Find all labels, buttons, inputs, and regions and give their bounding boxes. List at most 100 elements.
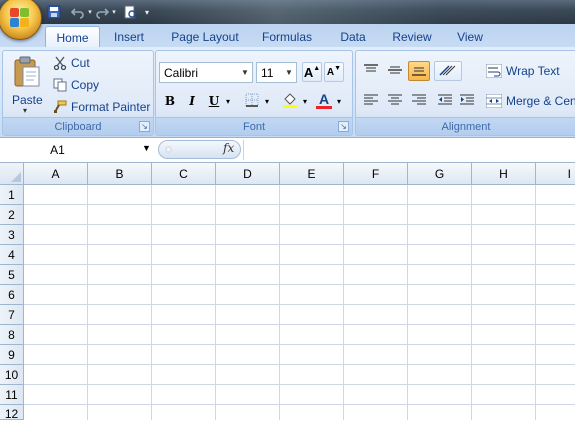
tab-insert[interactable]: Insert xyxy=(104,27,154,47)
tab-view[interactable]: View xyxy=(447,27,493,47)
font-group: Calibri ▼ 11 ▼ A ▲ A ▼ B I U ▾ ▾ ▾ A ▾ F… xyxy=(155,50,353,136)
redo-icon[interactable] xyxy=(94,4,110,20)
fill-color-dropdown-icon[interactable]: ▾ xyxy=(300,91,310,111)
row-header-11[interactable]: 11 xyxy=(0,385,24,405)
merge-center-label: Merge & Cent xyxy=(506,94,575,108)
cut-button[interactable]: Cut xyxy=(51,54,111,72)
row-header-9[interactable]: 9 xyxy=(0,345,24,365)
wrap-text-icon xyxy=(486,64,502,78)
tab-page-layout[interactable]: Page Layout xyxy=(163,27,247,47)
column-header-a[interactable]: A xyxy=(24,163,88,185)
top-align-button[interactable] xyxy=(360,61,382,81)
redo-dropdown-icon[interactable]: ▾ xyxy=(110,4,118,20)
gridline xyxy=(24,304,575,305)
row-header-3[interactable]: 3 xyxy=(0,225,24,245)
tab-formulas[interactable]: Formulas xyxy=(254,27,320,47)
row-header-6[interactable]: 6 xyxy=(0,285,24,305)
row-header-2[interactable]: 2 xyxy=(0,205,24,225)
bold-button[interactable]: B xyxy=(160,91,180,111)
tab-data[interactable]: Data xyxy=(330,27,376,47)
align-center-icon xyxy=(388,94,402,109)
orientation-button[interactable] xyxy=(434,61,462,81)
row-header-12[interactable]: 12 xyxy=(0,405,24,421)
gridline xyxy=(24,204,575,205)
copy-button[interactable]: Copy xyxy=(51,76,111,94)
title-bar-background xyxy=(150,0,570,24)
fill-color-button[interactable] xyxy=(280,91,300,111)
print-preview-icon[interactable] xyxy=(122,4,138,20)
paste-label: Paste xyxy=(12,93,43,107)
column-header-d[interactable]: D xyxy=(216,163,280,185)
gridline xyxy=(24,344,575,345)
formula-input[interactable] xyxy=(243,140,575,160)
shrink-font-icon: A xyxy=(326,66,335,78)
merge-center-button[interactable]: Merge & Cent xyxy=(484,91,575,111)
select-all-button[interactable] xyxy=(0,163,24,185)
row-header-7[interactable]: 7 xyxy=(0,305,24,325)
increase-indent-button[interactable] xyxy=(456,91,478,111)
decrease-indent-icon xyxy=(438,94,452,109)
quick-access-toolbar: ▾ ▾ ▾ xyxy=(46,3,152,21)
row-header-4[interactable]: 4 xyxy=(0,245,24,265)
tab-home[interactable]: Home xyxy=(45,26,100,49)
row-header-5[interactable]: 5 xyxy=(0,265,24,285)
tab-review[interactable]: Review xyxy=(384,27,440,47)
column-header-c[interactable]: C xyxy=(152,163,216,185)
chevron-down-icon: ▼ xyxy=(285,68,293,77)
font-size-dropdown[interactable]: 11 ▼ xyxy=(256,62,297,83)
alignment-group-label: Alignment xyxy=(356,117,575,135)
font-color-dropdown-icon[interactable]: ▾ xyxy=(334,91,344,111)
borders-button[interactable] xyxy=(242,91,262,111)
cut-label: Cut xyxy=(71,56,90,70)
grip-icon xyxy=(165,146,172,153)
column-header-f[interactable]: F xyxy=(344,163,408,185)
worksheet-grid[interactable]: A B C D E F G H I 1 2 3 4 5 6 7 8 9 10 1… xyxy=(0,163,575,421)
undo-dropdown-icon[interactable]: ▾ xyxy=(86,4,94,20)
shrink-font-button[interactable]: A ▼ xyxy=(324,62,344,82)
chevron-down-icon: ▼ xyxy=(241,68,249,77)
grow-font-icon: A xyxy=(303,64,314,80)
middle-align-button[interactable] xyxy=(384,61,406,81)
undo-icon[interactable] xyxy=(70,4,86,20)
bottom-align-button[interactable] xyxy=(408,61,430,81)
borders-dropdown-icon[interactable]: ▾ xyxy=(262,91,272,111)
increase-indent-icon xyxy=(460,94,474,109)
align-right-button[interactable] xyxy=(408,91,430,111)
decrease-indent-button[interactable] xyxy=(434,91,456,111)
paste-button[interactable]: Paste ▾ xyxy=(7,54,45,116)
format-painter-button[interactable]: Format Painter xyxy=(51,98,151,116)
underline-dropdown-icon[interactable]: ▾ xyxy=(223,91,233,111)
gridline xyxy=(24,384,575,385)
grow-font-button[interactable]: A ▲ xyxy=(302,62,322,82)
save-icon[interactable] xyxy=(46,4,62,20)
insert-function-icon[interactable]: fx xyxy=(223,141,234,155)
wrap-text-button[interactable]: Wrap Text xyxy=(484,61,575,81)
font-dialog-launcher-icon[interactable]: ↘ xyxy=(338,121,349,132)
align-top-icon xyxy=(364,63,378,79)
gridline xyxy=(24,224,575,225)
paint-bucket-icon xyxy=(282,92,298,111)
font-color-button[interactable]: A xyxy=(314,91,334,111)
column-header-i[interactable]: I xyxy=(536,163,575,185)
row-header-10[interactable]: 10 xyxy=(0,365,24,385)
align-right-icon xyxy=(412,94,426,109)
column-header-b[interactable]: B xyxy=(88,163,152,185)
italic-button[interactable]: I xyxy=(182,91,202,111)
customize-icon[interactable]: ▾ xyxy=(142,4,152,20)
paste-dropdown-icon[interactable]: ▾ xyxy=(23,106,27,115)
column-header-e[interactable]: E xyxy=(280,163,344,185)
name-box[interactable]: A1 xyxy=(0,139,155,160)
row-header-1[interactable]: 1 xyxy=(0,185,24,205)
chevron-down-icon[interactable]: ▼ xyxy=(142,143,151,153)
align-left-button[interactable] xyxy=(360,91,382,111)
formula-bar: A1 ▼ fx xyxy=(0,138,575,163)
column-header-h[interactable]: H xyxy=(472,163,536,185)
clipboard-dialog-launcher-icon[interactable]: ↘ xyxy=(139,121,150,132)
row-header-8[interactable]: 8 xyxy=(0,325,24,345)
align-center-button[interactable] xyxy=(384,91,406,111)
align-left-icon xyxy=(364,94,378,109)
underline-button[interactable]: U xyxy=(204,91,224,111)
gridline xyxy=(24,404,575,405)
column-header-g[interactable]: G xyxy=(408,163,472,185)
font-name-dropdown[interactable]: Calibri ▼ xyxy=(159,62,253,83)
